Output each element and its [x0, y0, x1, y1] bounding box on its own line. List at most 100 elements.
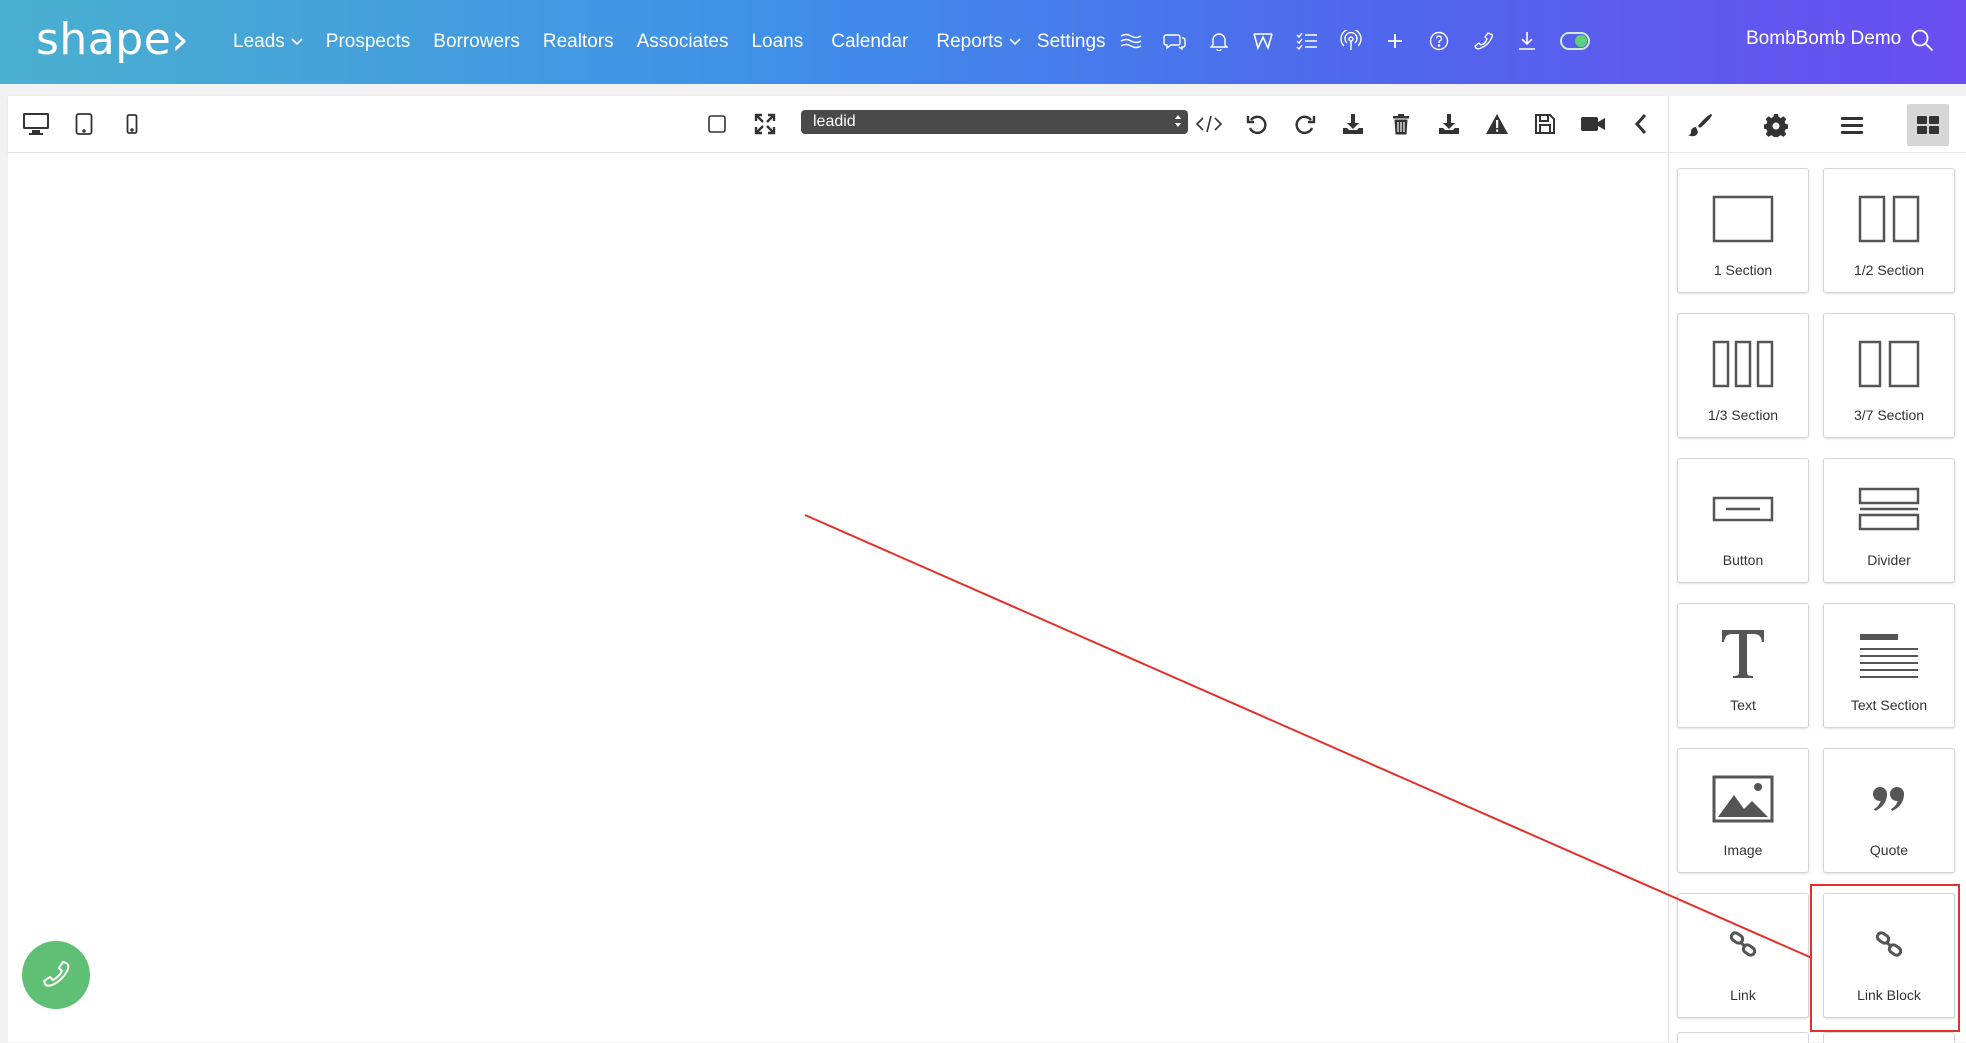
waves-icon[interactable]: [1118, 24, 1144, 58]
download-icon[interactable]: [1431, 106, 1467, 142]
broadcast-icon[interactable]: [1338, 24, 1364, 58]
top-navigation-bar: shape› Leads Prospects Borrowers Realtor…: [0, 0, 1966, 84]
block-label: 1/2 Section: [1853, 262, 1925, 278]
third-section-icon: [1678, 334, 1808, 394]
phone-icon: [42, 960, 70, 987]
bell-icon[interactable]: [1206, 24, 1232, 58]
panel-tabs: [1669, 96, 1966, 153]
block-label: Link: [1730, 987, 1756, 1003]
text-section-icon: [1824, 624, 1954, 684]
block-half-section[interactable]: 1/2 Section: [1823, 168, 1955, 293]
block-button[interactable]: Button: [1677, 458, 1809, 583]
quote-icon: [1824, 769, 1954, 829]
block-label: 3/7 Section: [1853, 407, 1925, 423]
nav-item-label: Calendar: [831, 31, 909, 52]
divider-block-icon: [1824, 479, 1954, 539]
shape-logo[interactable]: shape›: [36, 14, 189, 65]
w-logo-icon[interactable]: [1250, 24, 1276, 58]
phone-icon[interactable]: [1470, 24, 1496, 58]
block-label: Text Section: [1850, 697, 1928, 713]
redo-icon[interactable]: [1287, 106, 1323, 142]
nav-item-borrowers[interactable]: Borrowers: [433, 31, 520, 53]
block-three-seven-section[interactable]: 3/7 Section: [1823, 313, 1955, 438]
desktop-icon[interactable]: [18, 106, 54, 142]
collapse-icon[interactable]: [1623, 106, 1659, 142]
nav-item-associates[interactable]: Associates: [637, 31, 729, 53]
mobile-icon[interactable]: [114, 106, 150, 142]
button-block-icon: [1678, 479, 1808, 539]
block-partial: [1823, 1032, 1955, 1043]
block-label: Quote: [1869, 842, 1909, 858]
block-label: Divider: [1867, 552, 1911, 568]
link-icon: [1678, 914, 1808, 974]
block-one-section[interactable]: 1 Section: [1677, 168, 1809, 293]
call-button[interactable]: [22, 941, 90, 1009]
video-icon[interactable]: [1575, 106, 1611, 142]
trash-icon[interactable]: [1383, 106, 1419, 142]
download-icon[interactable]: [1514, 24, 1540, 58]
block-partial: [1677, 1032, 1809, 1043]
nav-item-label: Settings: [1036, 31, 1106, 52]
import-icon[interactable]: [1335, 106, 1371, 142]
account-name[interactable]: BombBomb Demo: [1746, 28, 1901, 50]
fullscreen-icon[interactable]: [747, 106, 783, 142]
annotation-highlight-box: [1810, 884, 1960, 1032]
three-seven-section-icon: [1824, 334, 1954, 394]
nav-item-prospects[interactable]: Prospects: [326, 31, 410, 53]
brush-icon[interactable]: [1679, 104, 1721, 146]
logo-chevron: ›: [171, 14, 190, 65]
block-label: Text: [1730, 697, 1756, 713]
block-label: 1/3 Section: [1707, 407, 1779, 423]
toggle-knob: [1575, 35, 1587, 47]
merge-field-select[interactable]: leadid: [801, 110, 1188, 134]
square-icon[interactable]: [699, 106, 735, 142]
nav-item-label: Borrowers: [433, 31, 520, 52]
nav-item-loans[interactable]: Loans: [751, 31, 803, 53]
toggle-switch[interactable]: [1560, 32, 1590, 50]
logo-text: shape: [36, 14, 172, 65]
chevron-down-icon: [1009, 38, 1021, 46]
nav-item-leads[interactable]: Leads: [233, 31, 303, 53]
help-icon[interactable]: [1426, 24, 1452, 58]
block-label: Button: [1722, 552, 1764, 568]
nav-item-reports[interactable]: Reports: [936, 31, 1021, 53]
undo-icon[interactable]: [1239, 106, 1275, 142]
editor-canvas[interactable]: [8, 153, 1668, 1042]
text-block-icon: [1678, 624, 1808, 684]
layers-icon[interactable]: [1831, 104, 1873, 146]
half-section-icon: [1824, 189, 1954, 249]
nav-item-calendar[interactable]: Calendar: [831, 31, 908, 53]
plus-icon[interactable]: [1382, 24, 1408, 58]
nav-item-realtors[interactable]: Realtors: [543, 31, 614, 53]
block-quote[interactable]: Quote: [1823, 748, 1955, 873]
block-text[interactable]: Text: [1677, 603, 1809, 728]
block-third-section[interactable]: 1/3 Section: [1677, 313, 1809, 438]
select-arrows-icon: [1174, 113, 1182, 137]
block-label: Image: [1723, 842, 1763, 858]
main-menu: Leads Prospects Borrowers Realtors Assoc…: [233, 0, 1129, 84]
code-icon[interactable]: [1191, 106, 1227, 142]
block-link[interactable]: Link: [1677, 893, 1809, 1018]
checklist-icon[interactable]: [1294, 24, 1320, 58]
nav-item-label: Associates: [636, 31, 729, 52]
block-text-section[interactable]: Text Section: [1823, 603, 1955, 728]
warning-icon[interactable]: [1479, 106, 1515, 142]
tablet-icon[interactable]: [66, 106, 102, 142]
search-icon[interactable]: [1910, 28, 1934, 57]
block-image[interactable]: Image: [1677, 748, 1809, 873]
nav-item-settings[interactable]: Settings: [1037, 31, 1106, 53]
chat-icon[interactable]: [1162, 24, 1188, 58]
blocks-icon[interactable]: [1907, 104, 1949, 146]
editor-toolbar: leadid: [8, 96, 1668, 153]
nav-item-label: Realtors: [542, 31, 614, 52]
chevron-down-icon: [291, 38, 303, 46]
save-icon[interactable]: [1527, 106, 1563, 142]
image-block-icon: [1678, 769, 1808, 829]
block-divider[interactable]: Divider: [1823, 458, 1955, 583]
select-value: leadid: [813, 113, 856, 130]
gear-icon[interactable]: [1755, 104, 1797, 146]
nav-item-label: Loans: [751, 31, 804, 52]
one-section-icon: [1678, 189, 1808, 249]
nav-item-label: Leads: [233, 31, 285, 52]
nav-icon-group: [1118, 24, 1590, 58]
